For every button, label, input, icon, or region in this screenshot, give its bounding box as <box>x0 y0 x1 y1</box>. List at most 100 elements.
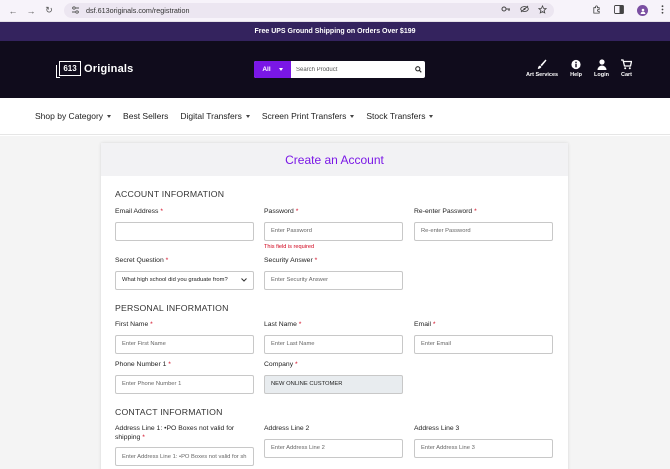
company-input[interactable]: NEW ONLINE CUSTOMER <box>264 374 403 394</box>
help-link[interactable]: Help <box>570 59 582 78</box>
field-email-address: Email Address * <box>115 208 254 241</box>
site-logo[interactable]: 613 Originals <box>56 61 134 78</box>
art-services-link[interactable]: Art Services <box>526 59 558 78</box>
chevron-down-icon <box>429 114 434 118</box>
extensions-icon[interactable] <box>592 5 601 16</box>
password-input[interactable] <box>264 221 403 241</box>
field-phone-number: Phone Number 1 * <box>115 361 254 394</box>
search-bar: All <box>254 61 425 78</box>
search-scope-label: All <box>262 66 271 73</box>
profile-avatar[interactable] <box>637 5 648 16</box>
promo-banner: Free UPS Ground Shipping on Orders Over … <box>0 22 670 41</box>
page-title: Create an Account <box>285 152 384 167</box>
secret-question-value: What high school did you graduate from? <box>122 277 228 283</box>
nav-best-sellers[interactable]: Best Sellers <box>123 111 168 121</box>
login-link[interactable]: Login <box>594 59 609 78</box>
browser-toolbar: ← → ↻ dsf.613originals.com/registration <box>0 0 670 22</box>
phone-number-label: Phone Number 1 * <box>115 361 171 368</box>
search-icon <box>414 66 422 73</box>
address-line-2-input[interactable] <box>264 438 403 458</box>
cart-icon <box>620 59 632 70</box>
field-security-answer: Security Answer * <box>264 257 403 290</box>
url-text: dsf.613originals.com/registration <box>86 6 190 15</box>
first-name-input[interactable] <box>115 334 254 354</box>
field-first-name: First Name * <box>115 321 254 354</box>
info-icon <box>571 59 581 70</box>
email-address-input[interactable] <box>115 221 254 241</box>
address-line-3-label: Address Line 3 <box>414 425 460 432</box>
form-header: Create an Account <box>101 143 568 176</box>
nav-screen-print-transfers[interactable]: Screen Print Transfers <box>262 111 355 121</box>
reenter-password-label: Re-enter Password * <box>414 208 477 215</box>
chevron-down-icon <box>245 114 250 118</box>
nav-label: Shop by Category <box>35 111 104 121</box>
user-icon <box>597 59 606 70</box>
security-answer-label: Security Answer * <box>264 257 318 264</box>
side-panel-icon[interactable] <box>614 5 624 16</box>
nav-label: Best Sellers <box>123 111 169 121</box>
search-button[interactable] <box>411 61 425 78</box>
nav-shop-by-category[interactable]: Shop by Category <box>35 111 112 121</box>
first-name-label: First Name * <box>115 321 153 328</box>
section-contact-information: CONTACT INFORMATION <box>115 407 223 417</box>
forward-button[interactable]: → <box>24 4 38 18</box>
company-label: Company * <box>264 361 298 368</box>
password-key-icon[interactable] <box>501 5 511 16</box>
search-scope-dropdown[interactable]: All <box>254 61 291 78</box>
field-last-name: Last Name * <box>264 321 403 354</box>
nav-label: Stock Transfers <box>366 111 426 121</box>
back-button[interactable]: ← <box>6 4 20 18</box>
bookmark-star-icon[interactable] <box>537 4 548 16</box>
field-address-line-3: Address Line 3 <box>414 425 553 458</box>
promo-text: Free UPS Ground Shipping on Orders Over … <box>254 28 416 35</box>
art-services-label: Art Services <box>525 72 559 78</box>
nav-digital-transfers[interactable]: Digital Transfers <box>180 111 250 121</box>
security-answer-input[interactable] <box>264 270 403 290</box>
registration-card: Create an Account ACCOUNT INFORMATION Em… <box>101 143 568 469</box>
secret-question-label: Secret Question * <box>115 257 169 264</box>
field-email: Email * <box>414 321 553 354</box>
company-value: NEW ONLINE CUSTOMER <box>271 381 343 387</box>
reload-button[interactable]: ↻ <box>42 4 56 18</box>
phone-number-input[interactable] <box>115 374 254 394</box>
chevron-down-icon <box>350 114 355 118</box>
chevron-down-icon <box>241 278 247 282</box>
email-address-label: Email Address * <box>115 208 163 215</box>
field-company: Company * NEW ONLINE CUSTOMER <box>264 361 403 394</box>
address-line-2-label: Address Line 2 <box>264 425 310 432</box>
last-name-label: Last Name * <box>264 321 302 328</box>
address-line-1-input[interactable] <box>115 447 254 466</box>
email-label: Email * <box>414 321 436 328</box>
eye-hidden-icon[interactable] <box>520 5 529 16</box>
address-line-3-input[interactable] <box>414 438 553 458</box>
browser-menu-icon[interactable] <box>661 5 664 16</box>
nav-label: Digital Transfers <box>180 111 242 121</box>
nav-label: Screen Print Transfers <box>261 111 347 121</box>
field-password: Password * This field is required <box>264 208 403 250</box>
site-info-icon[interactable] <box>71 5 80 16</box>
cart-link[interactable]: Cart <box>620 59 632 78</box>
password-label: Password * <box>264 208 299 215</box>
email-input[interactable] <box>414 334 553 354</box>
main-navigation: Shop by Category Best Sellers Digital Tr… <box>0 98 670 135</box>
field-reenter-password: Re-enter Password * <box>414 208 553 241</box>
chevron-down-icon <box>278 68 283 71</box>
last-name-input[interactable] <box>264 334 403 354</box>
login-label: Login <box>594 72 609 78</box>
help-label: Help <box>570 72 583 78</box>
reenter-password-input[interactable] <box>414 221 553 241</box>
secret-question-select[interactable]: What high school did you graduate from? <box>115 270 254 290</box>
address-line-1-label: Address Line 1: •PO Boxes not valid for … <box>115 425 235 441</box>
nav-stock-transfers[interactable]: Stock Transfers <box>366 111 434 121</box>
logo-text: Originals <box>84 62 134 75</box>
section-account-information: ACCOUNT INFORMATION <box>115 189 225 199</box>
field-secret-question: Secret Question * What high school did y… <box>115 257 254 290</box>
chevron-down-icon <box>107 114 112 118</box>
field-address-line-2: Address Line 2 <box>264 425 403 458</box>
section-personal-information: PERSONAL INFORMATION <box>115 303 229 313</box>
address-bar[interactable]: dsf.613originals.com/registration <box>64 3 554 18</box>
search-input[interactable] <box>291 61 411 78</box>
cart-label: Cart <box>620 72 632 78</box>
password-error: This field is required <box>264 243 315 250</box>
site-header: 613 Originals All Art Services Help Logi… <box>0 41 670 98</box>
